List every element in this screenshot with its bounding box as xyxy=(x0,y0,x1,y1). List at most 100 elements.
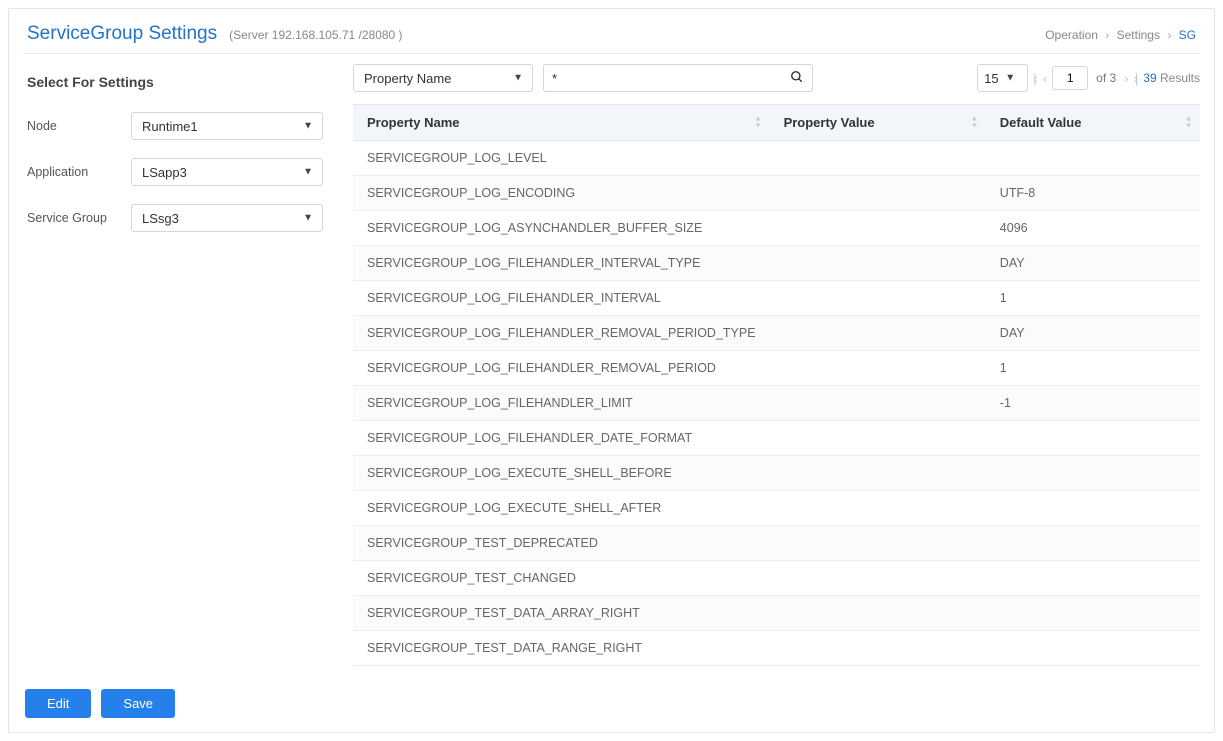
cell-value xyxy=(770,421,986,456)
cell-def xyxy=(986,141,1200,176)
field-node: Node Runtime1 ▼ xyxy=(23,112,323,140)
cell-name: SERVICEGROUP_TEST_DATA_RANGE_RIGHT xyxy=(353,631,770,666)
cell-def: DAY xyxy=(986,316,1200,351)
breadcrumb-item[interactable]: Operation xyxy=(1045,28,1098,42)
field-service-group: Service Group LSsg3 ▼ xyxy=(23,204,323,232)
cell-value xyxy=(770,456,986,491)
cell-def: DAY xyxy=(986,246,1200,281)
page-input[interactable] xyxy=(1052,66,1088,90)
table-row[interactable]: SERVICEGROUP_LOG_LEVEL xyxy=(353,141,1200,176)
cell-def xyxy=(986,561,1200,596)
cell-name: SERVICEGROUP_LOG_ENCODING xyxy=(353,176,770,211)
sort-icon[interactable]: ▲▼ xyxy=(755,116,762,129)
cell-name: SERVICEGROUP_LOG_ASYNCHANDLER_BUFFER_SIZ… xyxy=(353,211,770,246)
next-page-icon[interactable]: › xyxy=(1124,71,1125,86)
page-title: ServiceGroup Settings xyxy=(27,23,217,45)
table-row[interactable]: SERVICEGROUP_LOG_FILEHANDLER_INTERVAL 1 xyxy=(353,281,1200,316)
col-property-name[interactable]: Property Name ▲▼ xyxy=(353,105,770,141)
table-row[interactable]: SERVICEGROUP_TEST_DATA_RANGE_RIGHT xyxy=(353,631,1200,666)
cell-name: SERVICEGROUP_TEST_DATA_ARRAY_RIGHT xyxy=(353,596,770,631)
table-row[interactable]: SERVICEGROUP_LOG_EXECUTE_SHELL_BEFORE xyxy=(353,456,1200,491)
select-service-group[interactable]: LSsg3 xyxy=(131,204,323,232)
cell-name: SERVICEGROUP_LOG_FILEHANDLER_LIMIT xyxy=(353,386,770,421)
cell-def: UTF-8 xyxy=(986,176,1200,211)
cell-def xyxy=(986,596,1200,631)
cell-value xyxy=(770,596,986,631)
pagination: 15 ▼ |‹ ‹ of 3 › ›| 39 Results xyxy=(977,64,1200,92)
page-size-select[interactable]: 15 xyxy=(977,64,1028,92)
chevron-right-icon: › xyxy=(1105,28,1109,42)
cell-def: -1 xyxy=(986,386,1200,421)
cell-value xyxy=(770,491,986,526)
edit-button[interactable]: Edit xyxy=(25,689,91,718)
cell-value xyxy=(770,281,986,316)
table-row[interactable]: SERVICEGROUP_LOG_FILEHANDLER_LIMIT -1 xyxy=(353,386,1200,421)
cell-def: 1 xyxy=(986,281,1200,316)
main: Property Name ▼ 15 ▼ xyxy=(353,64,1200,718)
cell-value xyxy=(770,561,986,596)
breadcrumb: Operation › Settings › SG xyxy=(1045,28,1196,42)
label-node: Node xyxy=(23,119,131,133)
chevron-right-icon: › xyxy=(1167,28,1171,42)
filter-by-select[interactable]: Property Name xyxy=(353,64,533,92)
cell-def xyxy=(986,421,1200,456)
table-row[interactable]: SERVICEGROUP_LOG_FILEHANDLER_INTERVAL_TY… xyxy=(353,246,1200,281)
field-application: Application LSapp3 ▼ xyxy=(23,158,323,186)
sidebar-buttons: Edit Save xyxy=(23,689,323,718)
cell-name: SERVICEGROUP_LOG_FILEHANDLER_INTERVAL_TY… xyxy=(353,246,770,281)
table-header-row: Property Name ▲▼ Property Value ▲▼ Defau… xyxy=(353,105,1200,141)
col-property-value[interactable]: Property Value ▲▼ xyxy=(770,105,986,141)
search-icon[interactable] xyxy=(790,70,804,87)
cell-def xyxy=(986,456,1200,491)
header: ServiceGroup Settings (Server 192.168.10… xyxy=(23,17,1200,54)
table-row[interactable]: SERVICEGROUP_LOG_FILEHANDLER_REMOVAL_PER… xyxy=(353,316,1200,351)
table-row[interactable]: SERVICEGROUP_LOG_EXECUTE_SHELL_AFTER xyxy=(353,491,1200,526)
cell-name: SERVICEGROUP_LOG_EXECUTE_SHELL_AFTER xyxy=(353,491,770,526)
results-count: 39 Results xyxy=(1143,71,1200,85)
properties-table: Property Name ▲▼ Property Value ▲▼ Defau… xyxy=(353,104,1200,666)
prev-page-icon[interactable]: ‹ xyxy=(1043,71,1044,86)
cell-name: SERVICEGROUP_TEST_DEPRECATED xyxy=(353,526,770,561)
last-page-icon[interactable]: ›| xyxy=(1134,71,1136,86)
cell-def: 4096 xyxy=(986,211,1200,246)
cell-value xyxy=(770,386,986,421)
cell-value xyxy=(770,316,986,351)
cell-value xyxy=(770,211,986,246)
cell-def xyxy=(986,491,1200,526)
breadcrumb-item[interactable]: Settings xyxy=(1117,28,1160,42)
table-row[interactable]: SERVICEGROUP_TEST_DEPRECATED xyxy=(353,526,1200,561)
col-default-value[interactable]: Default Value ▲▼ xyxy=(986,105,1200,141)
select-application[interactable]: LSapp3 xyxy=(131,158,323,186)
first-page-icon[interactable]: |‹ xyxy=(1033,71,1035,86)
table-row[interactable]: SERVICEGROUP_TEST_CHANGED xyxy=(353,561,1200,596)
breadcrumb-current: SG xyxy=(1179,28,1196,42)
cell-def xyxy=(986,526,1200,561)
cell-value xyxy=(770,176,986,211)
cell-name: SERVICEGROUP_LOG_FILEHANDLER_REMOVAL_PER… xyxy=(353,316,770,351)
cell-value xyxy=(770,246,986,281)
title-group: ServiceGroup Settings (Server 192.168.10… xyxy=(27,23,403,45)
cell-value xyxy=(770,631,986,666)
cell-name: SERVICEGROUP_TEST_CHANGED xyxy=(353,561,770,596)
body: Select For Settings Node Runtime1 ▼ Appl… xyxy=(23,64,1200,718)
table-row[interactable]: SERVICEGROUP_LOG_ASYNCHANDLER_BUFFER_SIZ… xyxy=(353,211,1200,246)
page: ServiceGroup Settings (Server 192.168.10… xyxy=(8,8,1215,733)
cell-value xyxy=(770,141,986,176)
sidebar: Select For Settings Node Runtime1 ▼ Appl… xyxy=(23,64,323,718)
table-row[interactable]: SERVICEGROUP_LOG_FILEHANDLER_DATE_FORMAT xyxy=(353,421,1200,456)
server-info: (Server 192.168.105.71 /28080 ) xyxy=(229,28,402,42)
table-row[interactable]: SERVICEGROUP_LOG_ENCODING UTF-8 xyxy=(353,176,1200,211)
label-service-group: Service Group xyxy=(23,211,131,225)
sort-icon[interactable]: ▲▼ xyxy=(1185,116,1192,129)
table-row[interactable]: SERVICEGROUP_LOG_FILEHANDLER_REMOVAL_PER… xyxy=(353,351,1200,386)
cell-name: SERVICEGROUP_LOG_FILEHANDLER_INTERVAL xyxy=(353,281,770,316)
select-node[interactable]: Runtime1 xyxy=(131,112,323,140)
cell-value xyxy=(770,526,986,561)
sort-icon[interactable]: ▲▼ xyxy=(971,116,978,129)
search-input[interactable] xyxy=(552,71,790,86)
save-button[interactable]: Save xyxy=(101,689,175,718)
cell-name: SERVICEGROUP_LOG_FILEHANDLER_REMOVAL_PER… xyxy=(353,351,770,386)
table-row[interactable]: SERVICEGROUP_TEST_DATA_ARRAY_RIGHT xyxy=(353,596,1200,631)
cell-def: 1 xyxy=(986,351,1200,386)
cell-name: SERVICEGROUP_LOG_FILEHANDLER_DATE_FORMAT xyxy=(353,421,770,456)
